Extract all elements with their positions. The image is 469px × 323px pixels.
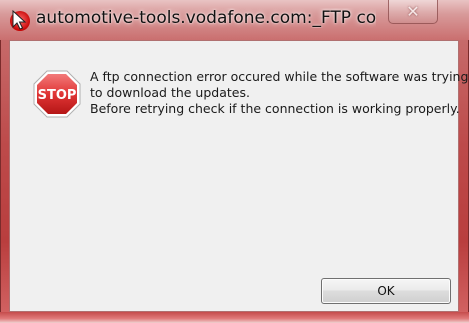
message-line-1: A ftp connection error occured while the…	[90, 69, 469, 84]
stop-sign-icon: STOP	[33, 70, 81, 118]
close-button[interactable]: ✕	[388, 0, 438, 24]
title-bar[interactable]: automotive-tools.vodafone.com:_FTP conne…	[0, 0, 469, 40]
dialog-body: STOP A ftp connection error occured whil…	[9, 40, 469, 312]
window-bottom-edge	[0, 312, 469, 323]
vodafone-cursor-icon	[10, 9, 30, 31]
stop-sign-text: STOP	[38, 88, 77, 103]
window-title: automotive-tools.vodafone.com:_FTP conne…	[36, 8, 376, 28]
ok-button[interactable]: OK	[321, 278, 451, 304]
message-line-3: Before retrying check if the connection …	[90, 101, 460, 116]
error-message: A ftp connection error occured while the…	[90, 69, 469, 117]
close-icon: ✕	[406, 2, 420, 21]
error-dialog-window: automotive-tools.vodafone.com:_FTP conne…	[0, 0, 469, 323]
message-line-2: to download the updates.	[90, 85, 250, 100]
